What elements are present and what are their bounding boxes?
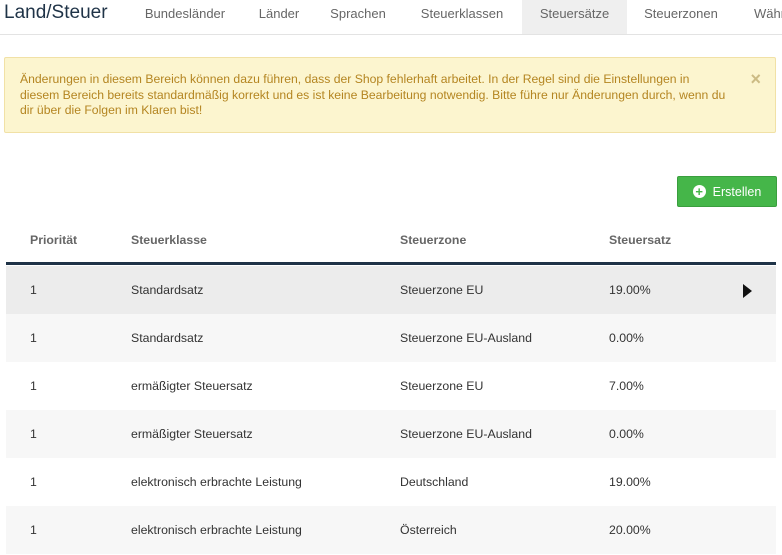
- column-header-steuersatz[interactable]: Steuersatz: [609, 233, 671, 247]
- alert-message: Änderungen in diesem Bereich können dazu…: [20, 72, 726, 117]
- table-row[interactable]: 1 ermäßigter Steuersatz Steuerzone EU 7.…: [6, 362, 776, 410]
- cell-steuersatz: 19.00%: [609, 475, 651, 489]
- plus-circle-icon: +: [692, 185, 706, 198]
- cell-steuersatz: 19.00%: [609, 283, 651, 297]
- column-header-steuerzone[interactable]: Steuerzone: [400, 233, 466, 247]
- tab-laender[interactable]: Länder: [246, 0, 312, 34]
- caret-right-icon[interactable]: [743, 284, 752, 298]
- cell-steuerklasse: Standardsatz: [131, 283, 204, 297]
- cell-prioritaet: 1: [30, 475, 37, 489]
- cell-steuersatz: 0.00%: [609, 331, 644, 345]
- cell-prioritaet: 1: [30, 283, 37, 297]
- create-button-label: Erstellen: [712, 184, 762, 199]
- cell-steuerklasse: elektronisch erbrachte Leistung: [131, 523, 302, 537]
- cell-prioritaet: 1: [30, 331, 37, 345]
- table-row[interactable]: 1 Standardsatz Steuerzone EU-Ausland 0.0…: [6, 314, 776, 362]
- column-header-prioritaet[interactable]: Priorität: [30, 233, 77, 247]
- cell-steuersatz: 7.00%: [609, 379, 644, 393]
- table-row[interactable]: 1 Standardsatz Steuerzone EU 19.00%: [6, 266, 776, 314]
- cell-steuerklasse: Standardsatz: [131, 331, 204, 345]
- cell-steuerzone: Deutschland: [400, 475, 469, 489]
- cell-steuerklasse: ermäßigter Steuersatz: [131, 427, 253, 441]
- cell-steuerzone: Österreich: [400, 523, 457, 537]
- cell-prioritaet: 1: [30, 379, 37, 393]
- cell-prioritaet: 1: [30, 523, 37, 537]
- cell-steuersatz: 0.00%: [609, 427, 644, 441]
- table-row[interactable]: 1 elektronisch erbrachte Leistung Österr…: [6, 506, 776, 554]
- column-header-steuerklasse[interactable]: Steuerklasse: [131, 233, 207, 247]
- warning-alert: Änderungen in diesem Bereich können dazu…: [4, 57, 776, 133]
- top-navigation: Land/Steuer Bundesländer Länder Sprachen…: [0, 0, 782, 35]
- tab-bundeslaender[interactable]: Bundesländer: [134, 0, 236, 34]
- close-icon[interactable]: ×: [750, 69, 761, 90]
- cell-steuerzone: Steuerzone EU-Ausland: [400, 331, 532, 345]
- table-row[interactable]: 1 elektronisch erbrachte Leistung Deutsc…: [6, 458, 776, 506]
- page-title: Land/Steuer: [4, 2, 108, 23]
- cell-steuerzone: Steuerzone EU: [400, 283, 484, 297]
- table-header-divider: [6, 262, 776, 265]
- tab-steuersaetze[interactable]: Steuersätze: [522, 0, 627, 34]
- tab-steuerklassen[interactable]: Steuerklassen: [411, 0, 513, 34]
- cell-steuerklasse: ermäßigter Steuersatz: [131, 379, 253, 393]
- cell-steuerzone: Steuerzone EU-Ausland: [400, 427, 532, 441]
- cell-prioritaet: 1: [30, 427, 37, 441]
- tab-waehrungen[interactable]: Währ: [740, 0, 782, 34]
- cell-steuersatz: 20.00%: [609, 523, 651, 537]
- create-button[interactable]: + Erstellen: [677, 176, 777, 207]
- cell-steuerklasse: elektronisch erbrachte Leistung: [131, 475, 302, 489]
- tab-sprachen[interactable]: Sprachen: [322, 0, 394, 34]
- tab-steuerzonen[interactable]: Steuerzonen: [637, 0, 725, 34]
- table-row[interactable]: 1 ermäßigter Steuersatz Steuerzone EU-Au…: [6, 410, 776, 458]
- cell-steuerzone: Steuerzone EU: [400, 379, 484, 393]
